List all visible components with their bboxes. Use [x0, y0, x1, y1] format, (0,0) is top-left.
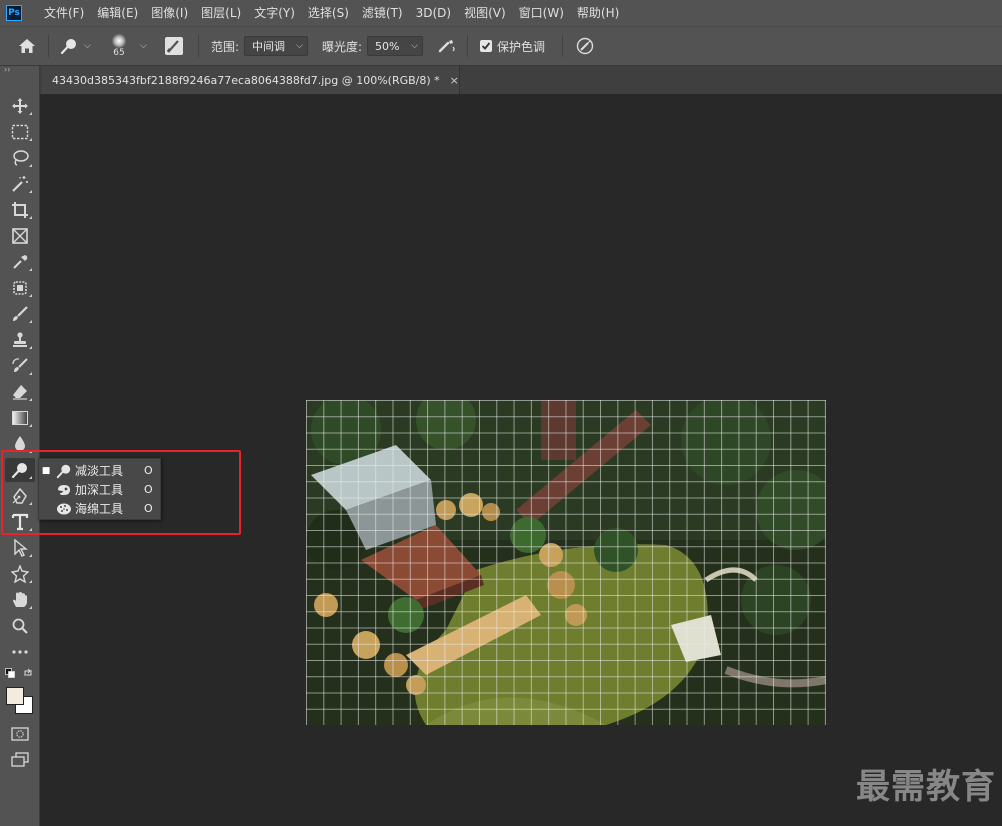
history-brush-icon — [12, 358, 28, 372]
exposure-input[interactable]: 50% ⌵ — [367, 36, 423, 56]
custom-shape-tool[interactable] — [5, 562, 35, 586]
checkmark-icon — [480, 40, 492, 52]
marquee-tool[interactable] — [5, 120, 35, 144]
foreground-color-swatch[interactable] — [6, 687, 24, 705]
hand-icon — [13, 591, 28, 607]
default-colors-icon[interactable] — [5, 668, 15, 678]
hand-tool[interactable] — [5, 588, 35, 612]
magnifier-icon — [12, 618, 28, 634]
move-tool[interactable] — [5, 94, 35, 118]
brush-picker-dropdown[interactable]: ⌵ — [140, 27, 147, 65]
lasso-tool[interactable] — [5, 146, 35, 170]
screen-mode-icon — [11, 752, 29, 767]
brush-settings-icon — [165, 37, 183, 55]
quick-mask-icon — [11, 727, 29, 741]
eyedropper-tool[interactable] — [5, 250, 35, 274]
brush-tool[interactable] — [5, 302, 35, 326]
eraser-icon — [13, 385, 27, 400]
menu-filter[interactable]: 滤镜(T) — [356, 0, 410, 26]
range-select[interactable]: 中间调 ⌵ — [244, 36, 308, 56]
menu-bar: Ps 文件(F) 编辑(E) 图像(I) 图层(L) 文字(Y) 选择(S) 滤… — [0, 0, 1002, 26]
photoshop-logo-icon: Ps — [6, 5, 22, 21]
document-image[interactable] — [306, 400, 826, 725]
gradient-icon — [12, 411, 28, 425]
range-label: 范围: — [211, 39, 240, 54]
options-bar: ⌵ 65 ⌵ 范围: 中间调 ⌵ 曝光度: 50% ⌵ 保护色调 — [0, 26, 1002, 66]
menu-file[interactable]: 文件(F) — [38, 0, 91, 26]
pen-pressure-icon — [576, 37, 594, 55]
brush-icon — [13, 306, 28, 321]
swap-colors-icon[interactable] — [23, 668, 33, 678]
crop-icon — [12, 202, 28, 218]
exposure-label: 曝光度: — [322, 39, 363, 54]
toolbox: ›› — [0, 66, 40, 826]
garden-photo-illustration — [306, 400, 826, 725]
frame-tool[interactable] — [5, 224, 35, 248]
pressure-size-button[interactable] — [575, 27, 595, 65]
watermark-text: 最需教育 — [856, 767, 996, 807]
dodge-icon — [60, 39, 76, 55]
menu-image[interactable]: 图像(I) — [145, 0, 195, 26]
brush-preset-picker[interactable]: 65 — [112, 27, 126, 65]
home-icon — [19, 39, 35, 53]
clone-stamp-tool[interactable] — [5, 328, 35, 352]
frame-icon — [12, 228, 28, 244]
chevron-down-icon: ⌵ — [140, 41, 147, 51]
eyedropper-icon — [13, 255, 28, 269]
chevron-down-icon: ⌵ — [296, 41, 303, 51]
crop-tool[interactable] — [5, 198, 35, 222]
menu-edit[interactable]: 编辑(E) — [91, 0, 145, 26]
band-aid-icon — [13, 281, 27, 295]
document-tab-strip: 43430d385343fbf2188f9246a77eca8064388fd7… — [40, 66, 1002, 94]
highlight-annotation-box — [1, 450, 241, 535]
soft-brush-icon — [112, 34, 126, 48]
stamp-icon — [13, 332, 27, 347]
lasso-icon — [13, 150, 29, 166]
menu-select[interactable]: 选择(S) — [302, 0, 356, 26]
brush-size-value: 65 — [113, 48, 125, 58]
move-icon — [12, 98, 28, 114]
path-selection-tool[interactable] — [5, 536, 35, 560]
airbrush-button[interactable] — [437, 27, 457, 65]
brush-settings-button[interactable] — [164, 27, 184, 65]
menu-view[interactable]: 视图(V) — [458, 0, 513, 26]
arrow-pointer-icon — [14, 539, 28, 557]
gradient-tool[interactable] — [5, 406, 35, 430]
history-brush-tool[interactable] — [5, 354, 35, 378]
color-swatch-controls — [5, 666, 35, 680]
zoom-tool[interactable] — [5, 614, 35, 638]
magic-wand-icon — [12, 176, 28, 192]
chevron-down-icon: ⌵ — [411, 41, 418, 51]
more-dots-icon — [12, 650, 28, 654]
document-tab-title: 43430d385343fbf2188f9246a77eca8064388fd7… — [52, 73, 440, 87]
menu-3d[interactable]: 3D(D) — [410, 0, 458, 26]
magic-wand-tool[interactable] — [5, 172, 35, 196]
menu-help[interactable]: 帮助(H) — [571, 0, 626, 26]
eraser-tool[interactable] — [5, 380, 35, 404]
close-icon[interactable]: × — [450, 74, 459, 87]
protect-tones-checkbox[interactable]: 保护色调 — [480, 27, 545, 65]
quick-mask-button[interactable] — [5, 722, 35, 746]
tool-preset-picker[interactable]: ⌵ — [60, 27, 91, 65]
home-button[interactable] — [18, 27, 36, 65]
panel-collapse-icon[interactable]: ›› — [0, 66, 40, 76]
document-tab[interactable]: 43430d385343fbf2188f9246a77eca8064388fd7… — [42, 66, 460, 94]
chevron-down-icon: ⌵ — [84, 41, 91, 51]
screen-mode-button[interactable] — [5, 748, 35, 772]
protect-tones-label: 保护色调 — [497, 39, 546, 54]
shape-star-icon — [11, 565, 29, 583]
rectangle-marquee-icon — [11, 124, 29, 140]
menu-layer[interactable]: 图层(L) — [195, 0, 248, 26]
edit-toolbar-button[interactable] — [5, 640, 35, 664]
menu-type[interactable]: 文字(Y) — [248, 0, 302, 26]
healing-brush-tool[interactable] — [5, 276, 35, 300]
menu-window[interactable]: 窗口(W) — [513, 0, 571, 26]
airbrush-icon — [438, 40, 455, 53]
